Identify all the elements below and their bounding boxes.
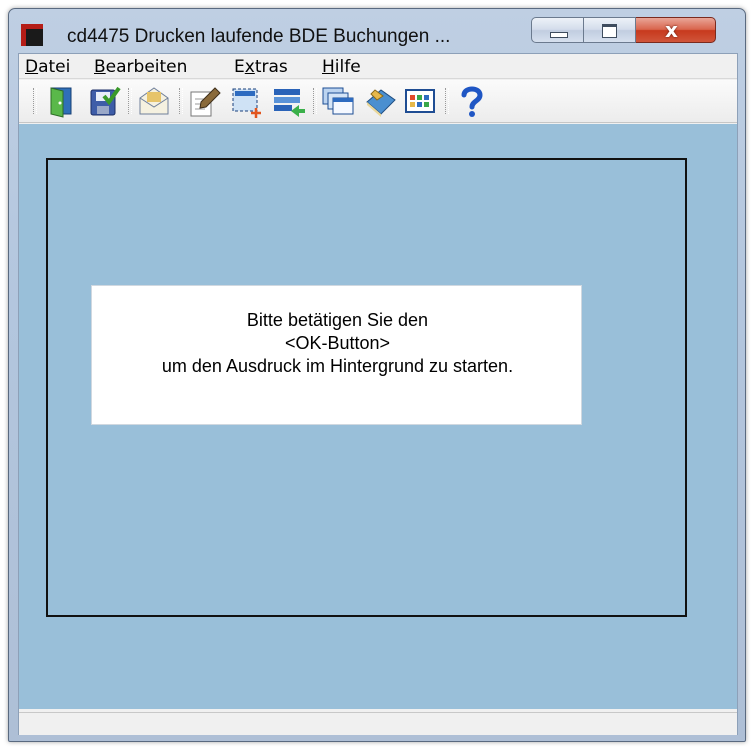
window-title: cd4475 Drucken laufende BDE Buchungen ..…	[67, 26, 451, 47]
maximize-icon	[602, 24, 617, 38]
close-icon: x	[665, 18, 678, 42]
minimize-button[interactable]	[531, 17, 584, 43]
exit-door-icon	[50, 87, 72, 118]
select-area-button[interactable]	[229, 84, 263, 118]
exit-button[interactable]	[45, 84, 79, 118]
transfer-list-icon	[274, 89, 305, 117]
maximize-button[interactable]	[584, 17, 636, 43]
title-bar[interactable]: cd4475 Drucken laufende BDE Buchungen ..…	[9, 9, 745, 47]
save-button[interactable]	[87, 84, 121, 118]
toolbar-grip	[33, 88, 37, 114]
windows-button[interactable]	[321, 84, 355, 118]
close-button[interactable]: x	[636, 17, 716, 43]
message-line-2: <OK-Button>	[284, 333, 391, 353]
minimize-icon	[550, 32, 568, 38]
app-logo-icon[interactable]	[21, 24, 43, 46]
toolbar	[19, 80, 737, 123]
help-icon	[461, 86, 483, 117]
transfer-list-button[interactable]	[271, 84, 305, 118]
help-button[interactable]	[455, 84, 489, 118]
message-line-3: um den Ausdruck im Hintergrund zu starte…	[161, 356, 514, 376]
edit-document-button[interactable]	[187, 84, 221, 118]
toolbar-separator	[445, 88, 449, 114]
book-icon	[366, 89, 396, 117]
menu-hilfe[interactable]: Hilfe	[322, 57, 361, 77]
menu-datei[interactable]: Datei	[25, 57, 70, 77]
grid-calendar-icon	[405, 89, 435, 113]
grid-button[interactable]	[403, 84, 437, 118]
toolbar-separator	[179, 88, 183, 114]
message-box: Bitte betätigen Sie den <OK-Button> um d…	[91, 285, 582, 425]
menu-bearbeiten[interactable]: Bearbeiten	[94, 57, 187, 77]
mail-icon	[139, 87, 169, 115]
windows-icon	[322, 87, 354, 115]
book-button[interactable]	[363, 84, 397, 118]
work-area: Bitte betätigen Sie den <OK-Button> um d…	[19, 124, 737, 709]
select-area-icon	[232, 88, 261, 118]
status-bar	[19, 712, 737, 735]
save-icon	[90, 86, 121, 116]
mail-button[interactable]	[137, 84, 171, 118]
message-line-1: Bitte betätigen Sie den	[246, 310, 429, 330]
toolbar-separator	[128, 88, 132, 114]
toolbar-separator	[313, 88, 317, 114]
application-window: cd4475 Drucken laufende BDE Buchungen ..…	[8, 8, 746, 742]
client-area: Datei Bearbeiten Extras Hilfe Bitte betä…	[18, 53, 738, 735]
menu-bar: Datei Bearbeiten Extras Hilfe	[19, 54, 737, 79]
caption-buttons: x	[531, 17, 716, 45]
edit-document-icon	[190, 87, 221, 117]
menu-extras[interactable]: Extras	[234, 57, 288, 77]
